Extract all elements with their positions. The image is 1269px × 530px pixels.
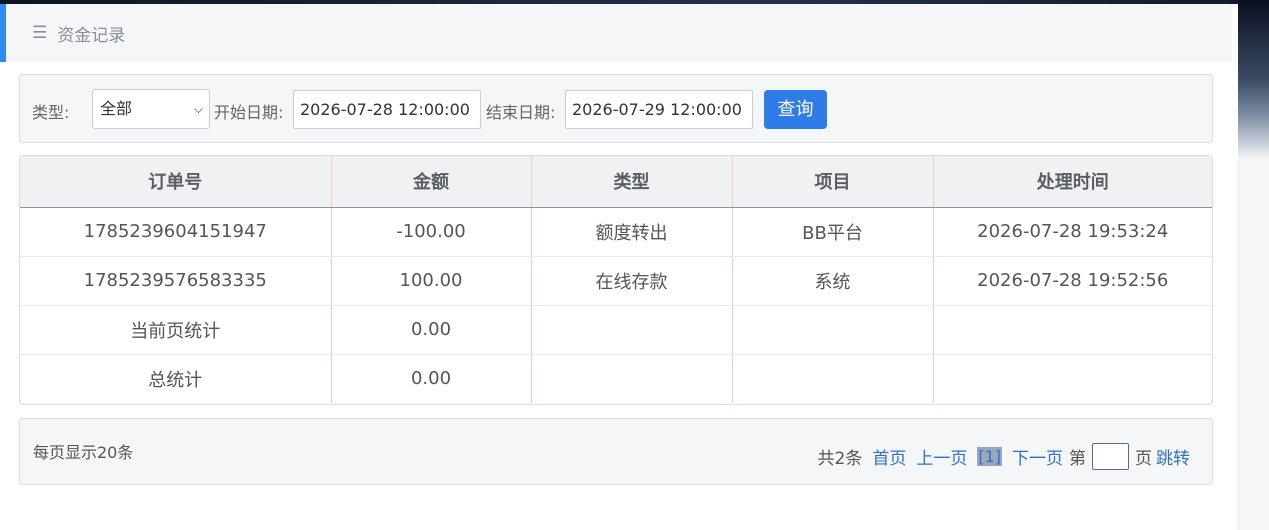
records-table: 订单号 金额 类型 项目 处理时间 1785239604151947 -100.…	[19, 155, 1213, 405]
prev-page-link[interactable]: 上一页	[916, 444, 967, 469]
per-page-label: 每页显示20条	[33, 443, 134, 462]
type-select-value: 全部	[100, 99, 133, 118]
pagination-bar: 每页显示20条 共2条 首页 上一页 [1] 下一页 第 页 跳转	[19, 418, 1213, 485]
column-header-amount[interactable]: 金额	[331, 156, 532, 208]
type-label: 类型:	[32, 103, 70, 122]
table-row: 1785239576583335 100.00 在线存款 系统 2026-07-…	[20, 256, 1212, 306]
cell-empty	[531, 305, 733, 355]
start-date-input[interactable]: 2026-07-28 12:00:00	[293, 90, 481, 129]
panel-header: ☰ 资金记录	[6, 4, 1232, 62]
table-header-row: 订单号 金额 类型 项目 处理时间	[20, 156, 1212, 208]
query-button[interactable]: 查询	[764, 90, 827, 129]
cell-amount: -100.00	[331, 207, 532, 257]
cell-empty	[732, 305, 934, 355]
current-page[interactable]: [1]	[977, 447, 1002, 466]
cell-empty	[531, 354, 733, 403]
column-header-project[interactable]: 项目	[732, 156, 934, 208]
column-header-time[interactable]: 处理时间	[933, 156, 1212, 208]
page-prefix: 第	[1069, 449, 1086, 469]
total-count: 共2条	[817, 449, 863, 469]
cell-total-label: 总统计	[20, 354, 332, 403]
cell-project: BB平台	[732, 207, 934, 257]
cell-empty	[732, 354, 934, 403]
jump-link[interactable]: 跳转	[1156, 444, 1190, 469]
cell-time: 2026-07-28 19:53:24	[933, 207, 1212, 257]
filter-bar: 类型: 全部 ⌵ 开始日期: 2026-07-28 12:00:00 结束日期:…	[19, 74, 1213, 143]
page-summary-row: 当前页统计 0.00	[20, 305, 1212, 355]
cell-total-amount: 0.00	[331, 354, 532, 403]
type-select[interactable]: 全部 ⌵	[92, 89, 210, 129]
cell-type: 在线存款	[531, 256, 733, 306]
cell-time: 2026-07-28 19:52:56	[933, 256, 1212, 306]
page-suffix: 页	[1135, 449, 1152, 469]
column-header-type[interactable]: 类型	[531, 156, 733, 208]
cell-order-no: 1785239604151947	[20, 207, 332, 257]
page-title: 资金记录	[57, 25, 126, 46]
table-row: 1785239604151947 -100.00 额度转出 BB平台 2026-…	[20, 207, 1212, 257]
pagination-controls: 共2条 首页 上一页 [1] 下一页 第 页 跳转	[808, 443, 1190, 470]
chevron-down-icon: ⌵	[193, 102, 203, 116]
cell-project: 系统	[732, 256, 934, 306]
cell-order-no: 1785239576583335	[20, 256, 332, 306]
cell-type: 额度转出	[531, 207, 733, 257]
cell-summary-amount: 0.00	[331, 305, 532, 355]
page-number-input[interactable]	[1092, 443, 1129, 470]
start-date-label: 开始日期:	[214, 103, 284, 122]
end-date-input[interactable]: 2026-07-29 12:00:00	[565, 90, 753, 129]
cell-empty	[933, 354, 1212, 403]
next-page-link[interactable]: 下一页	[1012, 444, 1063, 469]
end-date-label: 结束日期:	[486, 103, 556, 122]
cell-amount: 100.00	[331, 256, 532, 306]
first-page-link[interactable]: 首页	[872, 444, 906, 469]
cell-empty	[933, 305, 1212, 355]
column-header-order-no[interactable]: 订单号	[20, 156, 332, 208]
total-summary-row: 总统计 0.00	[20, 354, 1212, 403]
cell-summary-label: 当前页统计	[20, 305, 332, 355]
menu-icon[interactable]: ☰	[32, 23, 47, 43]
